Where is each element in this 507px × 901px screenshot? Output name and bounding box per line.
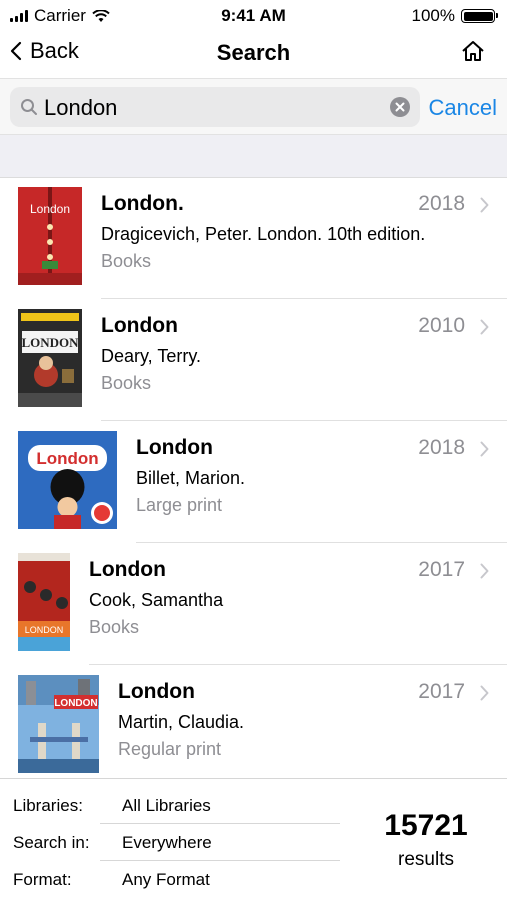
item-title: London. xyxy=(101,192,184,215)
item-title: London xyxy=(101,314,178,337)
format-value: Any Format xyxy=(122,870,210,889)
libraries-value: All Libraries xyxy=(122,796,211,815)
item-author: Deary, Terry. xyxy=(101,346,202,366)
cover-title: LONDON xyxy=(25,625,64,635)
item-format: Books xyxy=(101,373,152,393)
format-filter[interactable]: Format: Any Format xyxy=(13,870,210,890)
list-item[interactable]: LONDON London Deary, Terry. Books 2010 xyxy=(0,299,507,421)
page-title: Search xyxy=(216,40,291,65)
status-bar: Carrier 9:41 AM 100% xyxy=(0,0,507,30)
search-in-value: Everywhere xyxy=(122,833,212,852)
status-right: 100% xyxy=(411,6,498,26)
item-format: Books xyxy=(101,251,152,271)
item-year: 2017 xyxy=(418,558,465,581)
chevron-right-icon xyxy=(480,319,489,335)
svg-text:LONDON: LONDON xyxy=(21,335,79,350)
item-text: London Martin, Claudia. Regular print xyxy=(118,680,467,760)
result-count-label: results xyxy=(398,849,454,870)
libraries-filter[interactable]: Libraries: All Libraries xyxy=(13,796,211,816)
libraries-label: Libraries: xyxy=(13,796,83,815)
search-in-filter[interactable]: Search in: Everywhere xyxy=(13,833,212,853)
search-input[interactable]: London xyxy=(44,95,117,121)
book-cover: LONDON xyxy=(18,553,70,651)
item-year: 2017 xyxy=(418,680,465,703)
search-summary: Libraries: All Libraries Search in: Ever… xyxy=(0,778,507,901)
list-item[interactable]: LONDON London Cook, Samantha Books 2017 xyxy=(0,543,507,665)
search-bar: London Cancel xyxy=(0,78,507,135)
divider xyxy=(100,860,340,861)
chevron-right-icon xyxy=(480,563,489,579)
search-field[interactable]: London xyxy=(10,87,420,127)
home-icon[interactable] xyxy=(461,40,485,62)
item-author: Cook, Samantha xyxy=(89,590,224,610)
item-format: Books xyxy=(89,617,140,637)
item-format: Large print xyxy=(136,495,223,515)
list-item[interactable]: LONDON London Martin, Claudia. Regular p… xyxy=(0,665,507,787)
search-icon xyxy=(21,99,37,115)
search-in-label: Search in: xyxy=(13,833,90,852)
item-text: London. Dragicevich, Peter. London. 10th… xyxy=(101,192,467,272)
item-text: London Deary, Terry. Books xyxy=(101,314,467,394)
list-item[interactable]: London London. Dragicevich, Peter. Londo… xyxy=(0,177,507,299)
cover-title: London xyxy=(36,449,98,468)
battery-icon xyxy=(461,9,498,23)
cancel-button[interactable]: Cancel xyxy=(429,95,497,121)
format-label: Format: xyxy=(13,870,72,889)
item-author: Billet, Marion. xyxy=(136,468,246,488)
item-format: Regular print xyxy=(118,739,222,759)
book-cover: LONDON xyxy=(18,309,82,407)
result-count-number: 15721 xyxy=(384,809,468,842)
book-cover: LONDON xyxy=(18,675,99,773)
item-author: Martin, Claudia. xyxy=(118,712,245,732)
result-count: 15721 results xyxy=(345,809,507,871)
section-spacer xyxy=(0,134,507,178)
divider xyxy=(100,823,340,824)
clear-icon[interactable] xyxy=(390,97,410,117)
navigation-bar: Back Search xyxy=(0,30,507,76)
item-title: London xyxy=(118,680,195,703)
book-cover: London xyxy=(18,187,82,285)
cover-title: LONDON xyxy=(54,698,97,709)
list-item[interactable]: London London Billet, Marion. Large prin… xyxy=(0,421,507,543)
item-year: 2018 xyxy=(418,192,465,215)
book-cover: London xyxy=(18,431,117,529)
item-title: London xyxy=(89,558,166,581)
cover-title: London xyxy=(30,202,70,216)
item-text: London Cook, Samantha Books xyxy=(89,558,467,638)
chevron-right-icon xyxy=(480,685,489,701)
battery-percent: 100% xyxy=(411,6,455,25)
chevron-right-icon xyxy=(480,197,489,213)
item-author: Dragicevich, Peter. London. 10th edition… xyxy=(101,224,426,244)
chevron-right-icon xyxy=(480,441,489,457)
item-year: 2010 xyxy=(418,314,465,337)
item-year: 2018 xyxy=(418,436,465,459)
